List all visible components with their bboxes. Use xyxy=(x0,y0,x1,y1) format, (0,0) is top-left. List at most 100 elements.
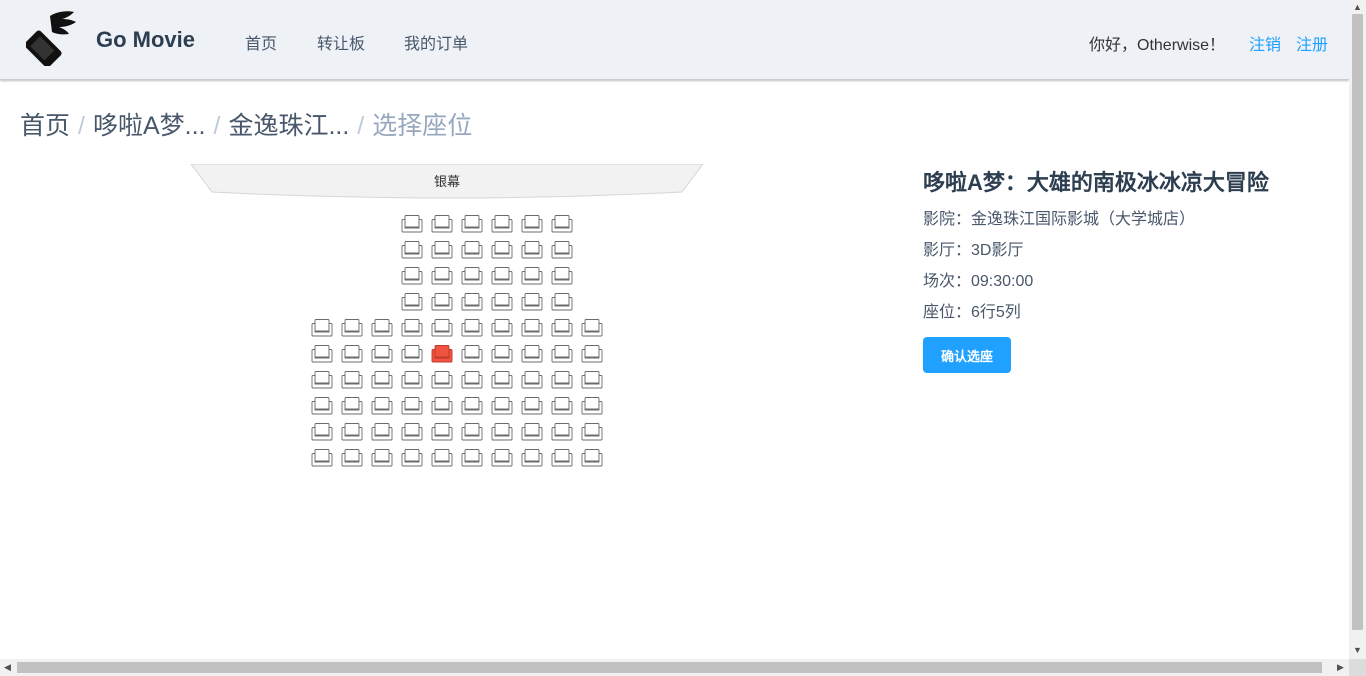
seat-icon[interactable] xyxy=(311,345,333,363)
seat-icon[interactable] xyxy=(311,423,333,441)
seat-icon[interactable] xyxy=(551,397,573,415)
seat-icon[interactable] xyxy=(401,397,423,415)
seat-icon[interactable] xyxy=(371,371,393,389)
seat-icon[interactable] xyxy=(401,241,423,259)
booking-info-panel: 哆啦A梦：大雄的南极冰冰凉大冒险 影院：金逸珠江国际影城（大学城店） 影厅：3D… xyxy=(923,165,1269,373)
seat-icon[interactable] xyxy=(491,293,513,311)
seat-icon[interactable] xyxy=(461,267,483,285)
seat-icon[interactable] xyxy=(401,267,423,285)
scroll-down-icon[interactable]: ▼ xyxy=(1353,646,1362,655)
register-link[interactable]: 注册 xyxy=(1296,31,1328,55)
seat-selected-icon[interactable] xyxy=(431,345,453,363)
seat-icon[interactable] xyxy=(521,397,543,415)
seat-icon[interactable] xyxy=(551,371,573,389)
seat-icon[interactable] xyxy=(461,397,483,415)
seat-icon[interactable] xyxy=(461,319,483,337)
seat-icon[interactable] xyxy=(461,293,483,311)
seat-icon[interactable] xyxy=(461,423,483,441)
seat-icon[interactable] xyxy=(401,319,423,337)
seat-icon[interactable] xyxy=(521,371,543,389)
seat-icon[interactable] xyxy=(521,319,543,337)
seat-icon[interactable] xyxy=(341,319,363,337)
seat-icon[interactable] xyxy=(371,423,393,441)
seat-icon[interactable] xyxy=(551,449,573,467)
horizontal-scroll-thumb[interactable] xyxy=(17,662,1322,673)
seat-icon[interactable] xyxy=(581,371,603,389)
seat-icon[interactable] xyxy=(401,449,423,467)
logout-link[interactable]: 注销 xyxy=(1249,31,1281,55)
seat-icon[interactable] xyxy=(341,397,363,415)
seat-icon[interactable] xyxy=(521,293,543,311)
seat-icon[interactable] xyxy=(581,423,603,441)
vertical-scroll-thumb[interactable] xyxy=(1352,14,1363,630)
seat-icon[interactable] xyxy=(401,423,423,441)
seat-icon[interactable] xyxy=(491,449,513,467)
seat-icon[interactable] xyxy=(491,267,513,285)
seat-info: 座位：6行5列 xyxy=(923,304,1021,321)
scroll-right-icon[interactable]: ▶ xyxy=(1337,663,1344,672)
seat-icon[interactable] xyxy=(401,345,423,363)
seat-icon[interactable] xyxy=(371,397,393,415)
seat-icon[interactable] xyxy=(341,345,363,363)
seat-icon[interactable] xyxy=(371,449,393,467)
seat-icon[interactable] xyxy=(371,345,393,363)
seat-icon[interactable] xyxy=(521,241,543,259)
cinema-info: 影院：金逸珠江国际影城（大学城店） xyxy=(923,211,1196,228)
seat-icon[interactable] xyxy=(461,241,483,259)
seat-icon[interactable] xyxy=(311,397,333,415)
seat-icon[interactable] xyxy=(521,215,543,233)
seat-icon[interactable] xyxy=(311,449,333,467)
seat-icon[interactable] xyxy=(401,371,423,389)
seat-icon[interactable] xyxy=(401,215,423,233)
seat-icon[interactable] xyxy=(431,397,453,415)
seat-icon[interactable] xyxy=(431,215,453,233)
seat-icon[interactable] xyxy=(491,423,513,441)
seat-icon[interactable] xyxy=(311,371,333,389)
scroll-up-icon[interactable]: ▲ xyxy=(1353,3,1362,12)
seat-icon[interactable] xyxy=(401,293,423,311)
seat-icon[interactable] xyxy=(551,241,573,259)
seat-icon[interactable] xyxy=(461,215,483,233)
seat-icon[interactable] xyxy=(341,449,363,467)
seat-icon[interactable] xyxy=(581,319,603,337)
seat-icon[interactable] xyxy=(341,423,363,441)
seat-icon[interactable] xyxy=(521,423,543,441)
seat-icon[interactable] xyxy=(431,449,453,467)
seat-icon[interactable] xyxy=(431,241,453,259)
seat-icon[interactable] xyxy=(551,215,573,233)
seat-icon[interactable] xyxy=(551,319,573,337)
seat-icon[interactable] xyxy=(581,397,603,415)
seat-icon[interactable] xyxy=(581,449,603,467)
seat-icon[interactable] xyxy=(551,345,573,363)
seat-icon[interactable] xyxy=(521,345,543,363)
seat-icon[interactable] xyxy=(491,241,513,259)
seat-icon[interactable] xyxy=(431,423,453,441)
seat-icon[interactable] xyxy=(341,371,363,389)
seat-icon[interactable] xyxy=(461,449,483,467)
seat-icon[interactable] xyxy=(431,267,453,285)
seat-icon[interactable] xyxy=(551,293,573,311)
seat-icon[interactable] xyxy=(431,293,453,311)
seat-icon[interactable] xyxy=(311,319,333,337)
seat-icon[interactable] xyxy=(491,397,513,415)
seat-icon[interactable] xyxy=(431,319,453,337)
scroll-left-icon[interactable]: ◀ xyxy=(4,663,11,672)
seat-icon[interactable] xyxy=(491,215,513,233)
confirm-seat-button[interactable]: 确认选座 xyxy=(923,337,1011,373)
seat-icon[interactable] xyxy=(491,345,513,363)
seat-icon[interactable] xyxy=(431,371,453,389)
seat-icon[interactable] xyxy=(551,267,573,285)
vertical-scrollbar[interactable]: ▲ ▼ xyxy=(1349,0,1366,659)
seat-icon[interactable] xyxy=(551,423,573,441)
hall-info: 影厅：3D影厅 xyxy=(923,242,1024,259)
seat-icon[interactable] xyxy=(461,345,483,363)
seat-icon[interactable] xyxy=(521,267,543,285)
seat-icon[interactable] xyxy=(491,371,513,389)
seat-icon[interactable] xyxy=(581,345,603,363)
session-info: 场次：09:30:00 xyxy=(923,273,1034,290)
seat-icon[interactable] xyxy=(371,319,393,337)
seat-icon[interactable] xyxy=(461,371,483,389)
horizontal-scrollbar[interactable]: ◀ ▶ xyxy=(0,659,1366,676)
seat-icon[interactable] xyxy=(491,319,513,337)
seat-icon[interactable] xyxy=(521,449,543,467)
